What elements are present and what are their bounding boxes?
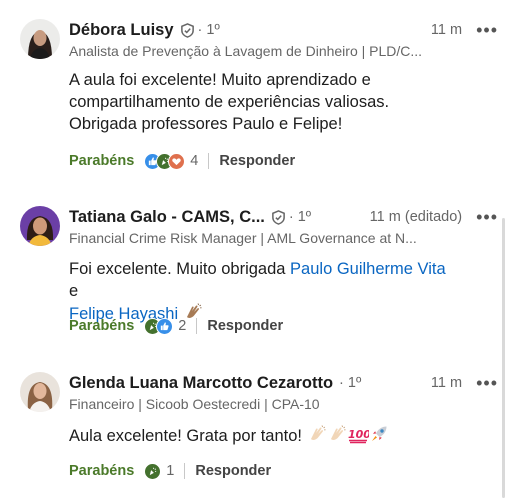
reaction-icons[interactable] xyxy=(144,317,174,335)
reaction-icons[interactable] xyxy=(144,462,162,480)
comment-text: Foi excelente. Muito obrigada xyxy=(69,260,291,278)
author-headline: Analista de Prevenção à Lavagem de Dinhe… xyxy=(69,43,423,59)
scrollbar[interactable] xyxy=(502,218,505,498)
timestamp: 11 m xyxy=(430,375,463,391)
reply-button[interactable]: Responder xyxy=(195,463,271,479)
like-icon xyxy=(156,317,174,335)
connection-degree: · 1º xyxy=(339,375,362,391)
divider xyxy=(208,153,210,169)
comment-body: A aula foi excelente! Muito aprendizado … xyxy=(69,71,390,133)
comment-text: e xyxy=(69,282,79,300)
more-horizontal-icon[interactable]: ••• xyxy=(476,374,498,392)
hundred-points-emoji: 100 xyxy=(347,424,371,450)
comments-feed: Débora Luisy · 1º 11 m ••• Analista de P… xyxy=(0,0,512,499)
svg-text:100: 100 xyxy=(348,428,369,441)
timestamp: 11 m (editado) xyxy=(369,209,463,225)
more-horizontal-icon[interactable]: ••• xyxy=(476,21,498,39)
connection-degree: · 1º xyxy=(197,22,220,38)
reaction-count[interactable]: 1 xyxy=(166,463,174,479)
connection-degree: · 1º xyxy=(288,209,312,225)
comment-body: Aula excelente! Grata por tanto! 100 xyxy=(69,424,469,450)
like-button[interactable]: Parabéns xyxy=(69,463,134,479)
avatar[interactable] xyxy=(20,372,60,412)
reaction-count[interactable]: 2 xyxy=(178,318,186,334)
reaction-icons[interactable] xyxy=(144,152,186,170)
avatar[interactable] xyxy=(20,19,60,59)
rocket-emoji xyxy=(369,424,389,450)
love-icon xyxy=(168,152,186,170)
divider xyxy=(184,463,186,479)
reaction-count[interactable]: 4 xyxy=(190,153,198,169)
avatar[interactable] xyxy=(20,206,60,246)
author-name[interactable]: Débora Luisy xyxy=(69,21,174,40)
comment-text: Aula excelente! Grata por tanto! xyxy=(69,427,302,445)
author-name[interactable]: Glenda Luana Marcotto Cezarotto xyxy=(69,374,333,393)
clapping-hands-emoji xyxy=(327,424,347,450)
timestamp: 11 m xyxy=(430,22,463,38)
author-headline: Financial Crime Risk Manager | AML Gover… xyxy=(69,230,417,246)
clapping-hands-emoji xyxy=(307,424,327,450)
mention-link[interactable]: Paulo Guilherme Vita xyxy=(290,260,446,278)
like-button[interactable]: Parabéns xyxy=(69,153,134,169)
divider xyxy=(196,318,198,334)
avatar-photo xyxy=(20,19,60,59)
avatar-photo xyxy=(20,206,60,246)
like-button[interactable]: Parabéns xyxy=(69,318,134,334)
avatar-photo xyxy=(20,372,60,412)
author-name[interactable]: Tatiana Galo - CAMS, C... xyxy=(69,208,265,227)
more-horizontal-icon[interactable]: ••• xyxy=(476,208,498,226)
author-headline: Financeiro | Sicoob Oestecredi | CPA-10 xyxy=(69,396,320,412)
reply-button[interactable]: Responder xyxy=(219,153,295,169)
reply-button[interactable]: Responder xyxy=(207,318,283,334)
shield-check-icon xyxy=(180,22,195,38)
shield-check-icon xyxy=(271,209,286,225)
celebrate-icon xyxy=(144,462,162,480)
